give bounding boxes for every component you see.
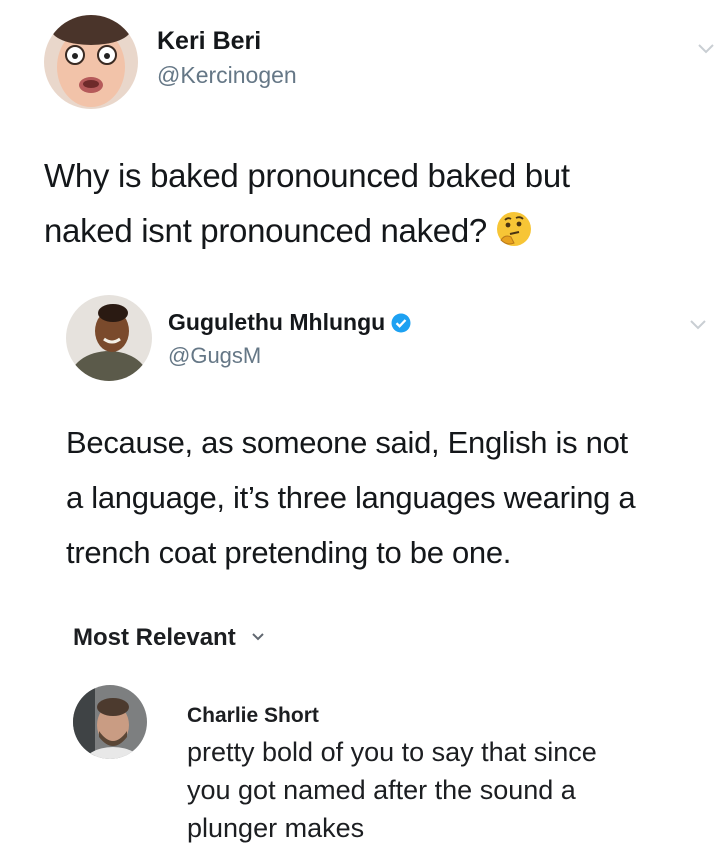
reply-text-line: Because, as someone said, English is not [66, 425, 628, 460]
comment-author-name[interactable]: Charlie Short [187, 704, 319, 728]
reply-author-name-text: Gugulethu Mhlungu [168, 309, 386, 335]
comment-text: pretty bold of you to say that since you… [187, 733, 597, 847]
tweet-menu-chevron-icon[interactable] [698, 44, 714, 54]
tweet-text-line: naked isnt pronounced naked? [44, 203, 570, 258]
reply-text-line: trench coat pretending to be one. [66, 535, 512, 570]
tweet-author-handle[interactable]: @Kercinogen [157, 62, 297, 89]
tweet-text: Why is baked pronounced baked but naked … [44, 148, 570, 258]
avatar-image [66, 295, 152, 381]
comment-text-line: plunger makes [187, 813, 365, 843]
tweet-text-line: Why is baked pronounced baked but [44, 157, 570, 194]
reply-text-line: a language, it’s three languages wearing… [66, 480, 636, 515]
verified-badge-icon [391, 313, 411, 333]
avatar-image [73, 685, 147, 759]
keri-beri-avatar[interactable] [44, 15, 138, 109]
comment-sort-label: Most Relevant [73, 624, 236, 651]
reply-author-name[interactable]: Gugulethu Mhlungu [168, 309, 411, 336]
charlie-short-avatar[interactable] [73, 685, 147, 759]
comment-sort-dropdown[interactable]: Most Relevant [73, 624, 265, 652]
reply-menu-chevron-icon[interactable] [690, 320, 706, 330]
tweet-text-line-content: naked isnt pronounced naked? [44, 212, 487, 249]
avatar-image [44, 15, 138, 109]
chevron-down-icon [252, 633, 265, 641]
reply-author-handle[interactable]: @GugsM [168, 343, 261, 369]
tweet-author-name[interactable]: Keri Beri [157, 27, 261, 56]
thinking-face-icon [496, 212, 531, 246]
reply-text: Because, as someone said, English is not… [66, 415, 636, 580]
comment-text-line: you got named after the sound a [187, 775, 576, 805]
gugulethu-avatar[interactable] [66, 295, 152, 381]
comment-text-line: pretty bold of you to say that since [187, 737, 597, 767]
